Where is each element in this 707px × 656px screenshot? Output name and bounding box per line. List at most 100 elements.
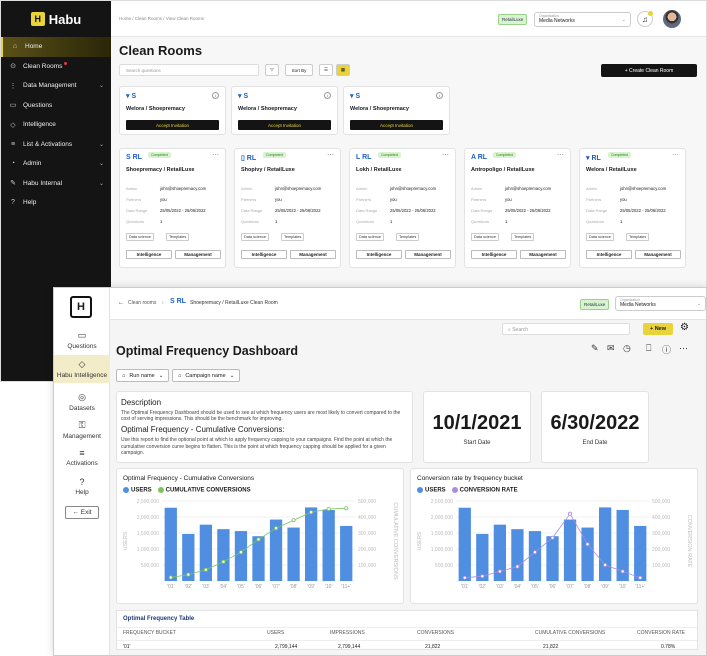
grid-view-icon[interactable]: ▦ bbox=[336, 64, 350, 76]
intelligence-button[interactable]: Intelligence bbox=[241, 250, 287, 259]
more-icon[interactable]: ⋯ bbox=[557, 151, 564, 159]
intelligence-button[interactable]: Intelligence bbox=[471, 250, 517, 259]
info-icon[interactable]: ⓘ bbox=[662, 343, 671, 356]
field-label: Partners bbox=[471, 197, 487, 202]
partner-chip[interactable]: RetailLuxe bbox=[498, 14, 528, 25]
card-title: Lokh / RetailLuxe bbox=[356, 167, 402, 173]
card-title: Shopivy / RetailLuxe bbox=[241, 167, 295, 173]
invitation-card: ▾ S Welora / Shoepremacy i Accept Invitatio… bbox=[343, 86, 450, 135]
accept-invitation-button[interactable]: Accept Invitation bbox=[350, 120, 443, 130]
table-title: Optimal Frequency Table bbox=[123, 616, 195, 622]
sidebar-item[interactable]: ? Help bbox=[1, 193, 111, 213]
info-icon[interactable]: i bbox=[212, 92, 219, 99]
field-label: Data Range bbox=[586, 208, 608, 213]
clean-room-card[interactable]: S RL Completed ⋯ Shoepremacy / RetailLuxe Ad… bbox=[119, 148, 226, 268]
nav-icon: ? bbox=[11, 199, 15, 207]
nav-icon: ≡ bbox=[79, 448, 85, 458]
nav-item[interactable]: ⚿ Management bbox=[54, 416, 110, 444]
mail-icon[interactable]: ✉ bbox=[607, 343, 615, 354]
management-button[interactable]: Management bbox=[635, 250, 681, 259]
y-tick-label: 1,000,000 bbox=[431, 547, 453, 553]
y2-tick-label: 100,000 bbox=[358, 563, 376, 569]
sidebar-item[interactable]: ⌂ Home bbox=[1, 37, 111, 57]
accept-invitation-button[interactable]: Accept Invitation bbox=[238, 120, 331, 130]
intelligence-button[interactable]: Intelligence bbox=[356, 250, 402, 259]
y-tick-label: 1,500,000 bbox=[431, 531, 453, 537]
more-icon[interactable]: ⋯ bbox=[442, 151, 449, 159]
bookmark-icon[interactable]: ⎕ bbox=[646, 343, 651, 354]
more-icon[interactable]: ⋯ bbox=[679, 343, 688, 354]
new-button[interactable]: + New bbox=[643, 323, 673, 335]
sidebar-item[interactable]: ◔ Admin ⌄ bbox=[1, 154, 111, 174]
create-clean-room-button[interactable]: + Create Clean Room bbox=[601, 64, 697, 77]
crumb-back-link[interactable]: Clean rooms bbox=[128, 300, 156, 306]
nav-item[interactable]: ? Help bbox=[54, 473, 110, 500]
clean-room-card[interactable]: A RL Completed ⋯ Antropoligo / RetailLuxe Ad… bbox=[464, 148, 571, 268]
info-icon[interactable]: i bbox=[436, 92, 443, 99]
clean-room-card[interactable]: L RL Completed ⋯ Lokh / RetailLuxe Admin john… bbox=[349, 148, 456, 268]
accept-invitation-button[interactable]: Accept Invitation bbox=[126, 120, 219, 130]
management-button[interactable]: Management bbox=[175, 250, 221, 259]
org-select[interactable]: Organization Media Networks ⌄ bbox=[615, 296, 706, 311]
nav-icon: ⋮ bbox=[9, 82, 17, 90]
more-icon[interactable]: ⋯ bbox=[672, 151, 679, 159]
org-select[interactable]: Organization Media Networks ⌄ bbox=[534, 12, 631, 27]
intelligence-button[interactable]: Intelligence bbox=[586, 250, 632, 259]
nav-item[interactable]: ≡ Activations bbox=[54, 444, 110, 471]
info-icon[interactable]: i bbox=[324, 92, 331, 99]
line-point bbox=[168, 575, 173, 580]
run-name-filter[interactable]: ⌂ Run name ⌄ bbox=[116, 369, 170, 382]
bell-icon[interactable]: ♫ bbox=[637, 11, 653, 27]
more-icon[interactable]: ⋯ bbox=[327, 151, 334, 159]
pencil-icon[interactable]: ✎ bbox=[591, 343, 599, 354]
nav-item[interactable]: ▭ Questions bbox=[54, 326, 110, 354]
tag-pill: Data science bbox=[586, 233, 614, 241]
clean-room-card[interactable]: ▯ RL Completed ⋯ Shopivy / RetailLuxe Admin j… bbox=[234, 148, 341, 268]
management-button[interactable]: Management bbox=[405, 250, 451, 259]
sidebar-item[interactable]: ⊙ Clean Rooms bbox=[1, 57, 111, 77]
more-icon[interactable]: ⋯ bbox=[212, 151, 219, 159]
campaign-name-filter[interactable]: ⌂ Campaign name ⌄ bbox=[172, 369, 241, 382]
sidebar-item[interactable]: ⋮ Data Management ⌄ bbox=[1, 76, 111, 96]
breadcrumb[interactable]: Home / Clean Rooms / View Clean Rooms bbox=[119, 16, 204, 21]
nav-icon: ▭ bbox=[77, 330, 87, 340]
management-button[interactable]: Management bbox=[290, 250, 336, 259]
y-tick-label: 2,000,000 bbox=[137, 515, 159, 521]
nav-item[interactable]: ← Exit bbox=[65, 506, 99, 519]
bar bbox=[546, 536, 559, 581]
management-button[interactable]: Management bbox=[520, 250, 566, 259]
clean-room-card[interactable]: ▾ RL Completed ⋯ Welora / RetailLuxe Admin jo… bbox=[579, 148, 686, 268]
table-cell: 21,822 bbox=[425, 644, 441, 650]
column-header[interactable]: CUMULATIVE CONVERSIONS bbox=[535, 630, 605, 636]
nav-item[interactable]: ◇ Habu Intelligence bbox=[54, 355, 110, 383]
list-view-icon[interactable]: ☰ bbox=[319, 64, 333, 76]
column-header[interactable]: USERS bbox=[267, 630, 284, 636]
column-header[interactable]: IMPRESSIONS bbox=[330, 630, 365, 636]
column-header[interactable]: CONVERSION RATE bbox=[637, 630, 685, 636]
org-value: Media Networks bbox=[620, 302, 656, 308]
filter-icon[interactable]: ▽ bbox=[265, 64, 279, 76]
intelligence-button[interactable]: Intelligence bbox=[126, 250, 172, 259]
sidebar-item[interactable]: ≡ List & Activations ⌄ bbox=[1, 135, 111, 155]
search-input[interactable]: Search questions bbox=[119, 64, 259, 76]
sidebar-item[interactable]: ◇ Intelligence bbox=[1, 115, 111, 135]
sort-button[interactable]: Sort By bbox=[285, 64, 313, 76]
column-header[interactable]: CONVERSIONS bbox=[417, 630, 454, 636]
field-value: you bbox=[505, 197, 512, 202]
field-value: 1 bbox=[505, 219, 508, 224]
nav-item[interactable]: ◎ Datasets bbox=[54, 388, 110, 416]
search-input[interactable]: ⌕ Search bbox=[502, 323, 630, 335]
habu-logo[interactable]: H bbox=[70, 296, 92, 318]
sidebar-item[interactable]: ✎ Habu Internal ⌄ bbox=[1, 174, 111, 194]
habu-logo[interactable]: H Habu bbox=[1, 1, 111, 37]
table-cell: 0.78% bbox=[661, 644, 676, 650]
avatar[interactable] bbox=[663, 10, 681, 28]
invitation-card: ▾ S Welora / Shoepremacy i Accept Invitatio… bbox=[119, 86, 226, 135]
clock-icon[interactable]: ◷ bbox=[623, 343, 631, 354]
chart-svg: 2,500,000 500,000 2,000,000 400,000 1,500,00… bbox=[123, 499, 398, 590]
column-header[interactable]: FREQUENCY BUCKET bbox=[123, 630, 176, 636]
back-arrow-icon[interactable]: ← bbox=[118, 300, 124, 306]
gear-icon[interactable]: ⚙ bbox=[680, 322, 689, 333]
sidebar-item[interactable]: ▭ Questions bbox=[1, 96, 111, 116]
partner-chip[interactable]: RetailLuxe bbox=[580, 299, 610, 310]
